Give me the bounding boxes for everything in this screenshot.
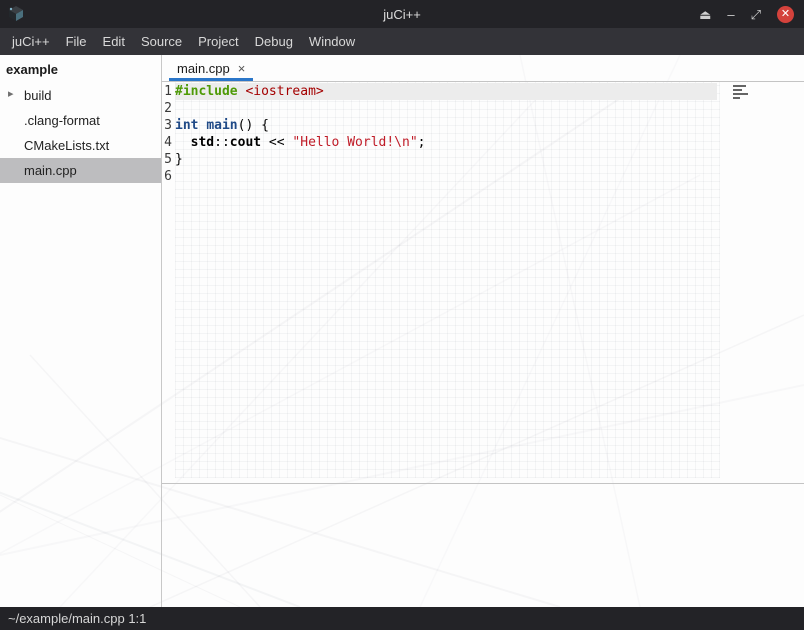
minimap-line	[733, 85, 746, 87]
menu-item-debug[interactable]: Debug	[247, 29, 301, 54]
code-line: 2	[162, 100, 804, 117]
tree-item-label: build	[24, 88, 51, 103]
tab-label: main.cpp	[177, 61, 230, 76]
output-pane[interactable]	[162, 483, 804, 607]
status-file-position: ~/example/main.cpp 1:1	[8, 611, 146, 626]
project-root-label[interactable]: example	[0, 57, 161, 83]
tree-item-build[interactable]: ▸ build	[0, 83, 161, 108]
tree-item-label: CMakeLists.txt	[24, 138, 109, 153]
file-tree-panel: example ▸ build .clang-format CMakeLists.tx…	[0, 55, 162, 607]
app-window: juCi++ ⏏ – ⤢ ✕ juCi++FileEditSourceProje…	[0, 0, 804, 630]
menu-item-juci[interactable]: juCi++	[4, 29, 58, 54]
line-number: 4	[162, 134, 172, 151]
code-line-content	[175, 168, 717, 185]
status-bar: ~/example/main.cpp 1:1	[0, 607, 804, 630]
tab-close-icon[interactable]: ×	[238, 61, 246, 76]
line-number: 6	[162, 168, 172, 185]
tree-item-cmakelists-txt[interactable]: CMakeLists.txt	[0, 133, 161, 158]
code-line-content: #include <iostream>	[175, 83, 717, 100]
code-line: 5}	[162, 151, 804, 168]
maximize-button[interactable]: ⤢	[751, 8, 761, 21]
menu-item-project[interactable]: Project	[190, 29, 246, 54]
tree-item-label: main.cpp	[24, 163, 77, 178]
content-area: example ▸ build .clang-format CMakeLists.tx…	[0, 55, 804, 607]
app-logo-icon	[7, 5, 25, 23]
window-controls: ⏏ – ⤢ ✕	[699, 0, 794, 28]
code-line-content	[175, 100, 717, 117]
minimap-line	[733, 97, 740, 99]
title-bar: juCi++ ⏏ – ⤢ ✕	[0, 0, 804, 28]
code-line-content: }	[175, 151, 717, 168]
close-button[interactable]: ✕	[777, 6, 794, 23]
minimize-button[interactable]: –	[727, 8, 734, 21]
main-panel: main.cpp × 1#include <iostream>23int mai…	[162, 55, 804, 607]
expander-icon[interactable]: ▸	[8, 87, 14, 100]
code-line: 4 std::cout << "Hello World!\n";	[162, 134, 804, 151]
code-line: 3int main() {	[162, 117, 804, 134]
tab-bar: main.cpp ×	[162, 55, 804, 82]
menu-item-source[interactable]: Source	[133, 29, 190, 54]
window-title: juCi++	[0, 7, 804, 22]
code-line: 1#include <iostream>	[162, 83, 804, 100]
minimap[interactable]	[733, 85, 748, 99]
code-lines: 1#include <iostream>23int main() {4 std:…	[162, 82, 804, 185]
tab-main-cpp[interactable]: main.cpp ×	[167, 57, 255, 81]
tree-item-main-cpp[interactable]: main.cpp	[0, 158, 161, 183]
code-line-content: std::cout << "Hello World!\n";	[175, 134, 717, 151]
line-number: 1	[162, 83, 172, 100]
line-number: 3	[162, 117, 172, 134]
file-tree: ▸ build .clang-format CMakeLists.txt main.cp…	[0, 83, 161, 183]
minimap-line	[733, 89, 742, 91]
menu-bar: juCi++FileEditSourceProjectDebugWindow	[0, 28, 804, 55]
menu-item-window[interactable]: Window	[301, 29, 363, 54]
menu-item-edit[interactable]: Edit	[95, 29, 133, 54]
tree-item-clang-format[interactable]: .clang-format	[0, 108, 161, 133]
code-line-content: int main() {	[175, 117, 717, 134]
menu-item-file[interactable]: File	[58, 29, 95, 54]
code-line: 6	[162, 168, 804, 185]
line-number: 2	[162, 100, 172, 117]
minimap-line	[733, 93, 748, 95]
eject-icon[interactable]: ⏏	[699, 8, 711, 21]
line-number: 5	[162, 151, 172, 168]
code-editor[interactable]: 1#include <iostream>23int main() {4 std:…	[162, 82, 804, 483]
tree-item-label: .clang-format	[24, 113, 100, 128]
